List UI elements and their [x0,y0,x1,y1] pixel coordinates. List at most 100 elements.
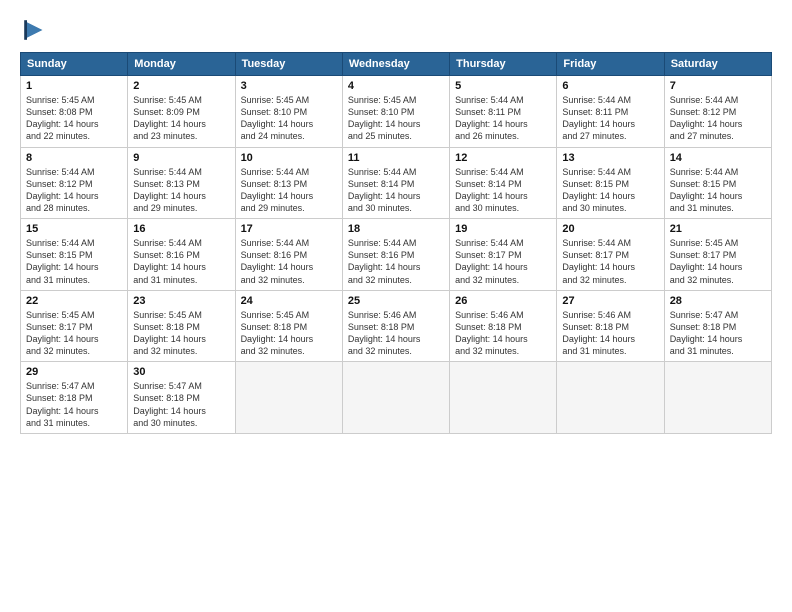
calendar-cell [664,362,771,434]
calendar-cell: 12 Sunrise: 5:44 AM Sunset: 8:14 PM Dayli… [450,147,557,219]
calendar-cell: 14 Sunrise: 5:44 AM Sunset: 8:15 PM Dayli… [664,147,771,219]
calendar-week-2: 8 Sunrise: 5:44 AM Sunset: 8:12 PM Daylig… [21,147,772,219]
calendar-week-1: 1 Sunrise: 5:45 AM Sunset: 8:08 PM Daylig… [21,76,772,148]
day-info: Sunrise: 5:44 AM Sunset: 8:15 PM Dayligh… [26,237,122,286]
calendar-cell: 1 Sunrise: 5:45 AM Sunset: 8:08 PM Daylig… [21,76,128,148]
day-info: Sunrise: 5:44 AM Sunset: 8:15 PM Dayligh… [670,166,766,215]
day-number: 9 [133,152,229,164]
day-number: 13 [562,152,658,164]
header [20,16,772,44]
day-info: Sunrise: 5:44 AM Sunset: 8:13 PM Dayligh… [133,166,229,215]
day-info: Sunrise: 5:45 AM Sunset: 8:08 PM Dayligh… [26,94,122,143]
calendar-cell: 24 Sunrise: 5:45 AM Sunset: 8:18 PM Dayli… [235,290,342,362]
day-info: Sunrise: 5:44 AM Sunset: 8:14 PM Dayligh… [455,166,551,215]
calendar-cell: 8 Sunrise: 5:44 AM Sunset: 8:12 PM Daylig… [21,147,128,219]
day-number: 5 [455,80,551,92]
day-number: 11 [348,152,444,164]
day-number: 22 [26,295,122,307]
calendar-cell: 2 Sunrise: 5:45 AM Sunset: 8:09 PM Daylig… [128,76,235,148]
day-number: 1 [26,80,122,92]
calendar-cell: 22 Sunrise: 5:45 AM Sunset: 8:17 PM Dayli… [21,290,128,362]
calendar-cell [342,362,449,434]
day-info: Sunrise: 5:45 AM Sunset: 8:10 PM Dayligh… [348,94,444,143]
day-info: Sunrise: 5:44 AM Sunset: 8:17 PM Dayligh… [455,237,551,286]
day-number: 8 [26,152,122,164]
day-number: 24 [241,295,337,307]
calendar-cell: 17Sunrise: 5:44 AM Sunset: 8:16 PM Dayli… [235,219,342,291]
calendar-cell: 20 Sunrise: 5:44 AM Sunset: 8:17 PM Dayli… [557,219,664,291]
calendar-cell [235,362,342,434]
calendar-cell: 16 Sunrise: 5:44 AM Sunset: 8:16 PM Dayli… [128,219,235,291]
day-info: Sunrise: 5:47 AM Sunset: 8:18 PM Dayligh… [133,380,229,429]
day-info: Sunrise: 5:45 AM Sunset: 8:17 PM Dayligh… [26,309,122,358]
day-info: Sunrise: 5:45 AM Sunset: 8:18 PM Dayligh… [133,309,229,358]
day-number: 4 [348,80,444,92]
calendar-cell [557,362,664,434]
day-number: 27 [562,295,658,307]
day-info: Sunrise: 5:44 AM Sunset: 8:15 PM Dayligh… [562,166,658,215]
day-number: 17 [241,223,337,235]
day-number: 10 [241,152,337,164]
calendar-cell: 11 Sunrise: 5:44 AM Sunset: 8:14 PM Dayli… [342,147,449,219]
day-info: Sunrise: 5:44 AM Sunset: 8:16 PM Dayligh… [348,237,444,286]
calendar-cell: 27Sunrise: 5:46 AM Sunset: 8:18 PM Dayli… [557,290,664,362]
calendar-header-thursday: Thursday [450,53,557,76]
calendar-week-5: 29 Sunrise: 5:47 AM Sunset: 8:18 PM Dayli… [21,362,772,434]
day-number: 12 [455,152,551,164]
day-number: 15 [26,223,122,235]
day-number: 20 [562,223,658,235]
day-info: Sunrise: 5:44 AM Sunset: 8:17 PM Dayligh… [562,237,658,286]
calendar-header-sunday: Sunday [21,53,128,76]
calendar-cell: 13 Sunrise: 5:44 AM Sunset: 8:15 PM Dayli… [557,147,664,219]
day-number: 21 [670,223,766,235]
calendar-cell: 10 Sunrise: 5:44 AM Sunset: 8:13 PM Dayli… [235,147,342,219]
day-info: Sunrise: 5:44 AM Sunset: 8:14 PM Dayligh… [348,166,444,215]
calendar-header-wednesday: Wednesday [342,53,449,76]
day-info: Sunrise: 5:46 AM Sunset: 8:18 PM Dayligh… [455,309,551,358]
day-number: 25 [348,295,444,307]
day-number: 26 [455,295,551,307]
calendar-cell: 21Sunrise: 5:45 AM Sunset: 8:17 PM Dayli… [664,219,771,291]
day-info: Sunrise: 5:44 AM Sunset: 8:11 PM Dayligh… [562,94,658,143]
calendar-week-3: 15 Sunrise: 5:44 AM Sunset: 8:15 PM Dayli… [21,219,772,291]
logo [20,16,52,44]
day-number: 29 [26,366,122,378]
day-info: Sunrise: 5:47 AM Sunset: 8:18 PM Dayligh… [26,380,122,429]
calendar-cell [450,362,557,434]
day-info: Sunrise: 5:45 AM Sunset: 8:09 PM Dayligh… [133,94,229,143]
day-info: Sunrise: 5:45 AM Sunset: 8:10 PM Dayligh… [241,94,337,143]
calendar-cell: 9 Sunrise: 5:44 AM Sunset: 8:13 PM Daylig… [128,147,235,219]
calendar-cell: 4 Sunrise: 5:45 AM Sunset: 8:10 PM Daylig… [342,76,449,148]
calendar-header-monday: Monday [128,53,235,76]
day-number: 3 [241,80,337,92]
calendar-header-row: SundayMondayTuesdayWednesdayThursdayFrid… [21,53,772,76]
calendar-header-friday: Friday [557,53,664,76]
logo-icon [20,16,48,44]
calendar-cell: 5 Sunrise: 5:44 AM Sunset: 8:11 PM Daylig… [450,76,557,148]
day-number: 19 [455,223,551,235]
day-info: Sunrise: 5:44 AM Sunset: 8:13 PM Dayligh… [241,166,337,215]
day-info: Sunrise: 5:44 AM Sunset: 8:16 PM Dayligh… [133,237,229,286]
day-number: 30 [133,366,229,378]
calendar-table: SundayMondayTuesdayWednesdayThursdayFrid… [20,52,772,434]
day-number: 6 [562,80,658,92]
calendar-week-4: 22 Sunrise: 5:45 AM Sunset: 8:17 PM Dayli… [21,290,772,362]
page: SundayMondayTuesdayWednesdayThursdayFrid… [0,0,792,612]
day-info: Sunrise: 5:46 AM Sunset: 8:18 PM Dayligh… [348,309,444,358]
day-info: Sunrise: 5:44 AM Sunset: 8:12 PM Dayligh… [670,94,766,143]
calendar-cell: 30 Sunrise: 5:47 AM Sunset: 8:18 PM Dayli… [128,362,235,434]
day-number: 16 [133,223,229,235]
calendar-header-tuesday: Tuesday [235,53,342,76]
calendar-cell: 23 Sunrise: 5:45 AM Sunset: 8:18 PM Dayli… [128,290,235,362]
day-info: Sunrise: 5:47 AM Sunset: 8:18 PM Dayligh… [670,309,766,358]
day-number: 23 [133,295,229,307]
day-info: Sunrise: 5:44 AM Sunset: 8:12 PM Dayligh… [26,166,122,215]
day-number: 2 [133,80,229,92]
calendar-cell: 3 Sunrise: 5:45 AM Sunset: 8:10 PM Daylig… [235,76,342,148]
calendar-header-saturday: Saturday [664,53,771,76]
day-number: 18 [348,223,444,235]
calendar-cell: 28Sunrise: 5:47 AM Sunset: 8:18 PM Dayli… [664,290,771,362]
day-info: Sunrise: 5:44 AM Sunset: 8:11 PM Dayligh… [455,94,551,143]
day-info: Sunrise: 5:45 AM Sunset: 8:18 PM Dayligh… [241,309,337,358]
day-number: 14 [670,152,766,164]
